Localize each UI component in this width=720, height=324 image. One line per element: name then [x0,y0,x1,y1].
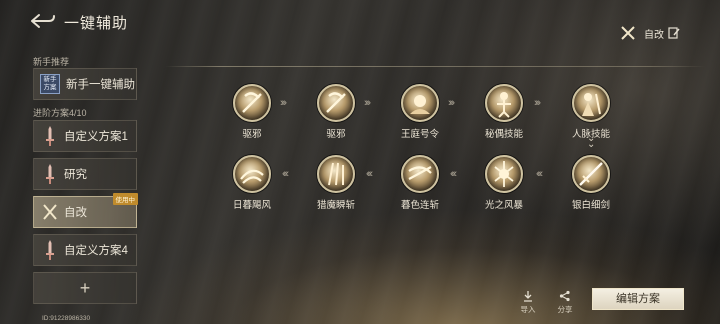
skill-name: 王庭号令 [400,129,439,140]
connector-arrow: ››› [364,97,371,109]
crossed-swords-icon [43,204,57,220]
connector-arrow: ‹‹‹ [536,168,543,180]
edit-plan-button[interactable]: 编辑方案 [592,288,684,310]
skill-name: 猎魔瞬斩 [316,200,355,211]
skill-name: 驱邪 [242,129,262,140]
connector-arrow: ‹‹‹ [282,168,289,180]
skill-node[interactable]: 秘偶技能 [474,84,534,140]
sword-icon [46,164,54,184]
skill-node[interactable]: 王庭号令 [390,84,450,140]
import-button[interactable]: 导入 [516,290,540,315]
back-button[interactable] [30,12,56,30]
in-use-badge: 使用中 [112,193,138,205]
newbie-plan-label: 新手一键辅助 [66,79,135,91]
share-icon [559,290,570,302]
skill-node[interactable]: 猎魔瞬斩 [306,155,366,211]
skill-name: 光之风暴 [484,200,523,211]
current-plan-name: 自改 [644,29,664,41]
skill-name: 银白细剑 [571,200,610,211]
plan-sidebar: 新手推荐 新手方案 新手一键辅助 进阶方案4/10 自定义方案1 研究 自改 使… [30,50,138,324]
plan-label: 自定义方案4 [64,245,128,257]
demon-slash-skill-icon [317,155,355,193]
plan-label: 研究 [64,169,87,181]
silver-rapier-skill-icon [572,155,610,193]
skill-node[interactable]: 驱邪 [306,84,366,140]
exorcise-skill-icon [317,84,355,122]
skill-node[interactable]: 人脉技能 [561,84,621,140]
share-button[interactable]: 分享 [553,290,577,315]
skill-name: 日暮飓风 [232,200,271,211]
connector-down-arrow: ⌄ ⌄ [587,133,596,150]
plan-card-2[interactable]: 研究 [33,158,137,190]
plan-card-1[interactable]: 自定义方案1 [33,120,137,152]
advanced-section-label: 进阶方案4/10 [33,108,87,118]
add-plan-button[interactable]: + [33,272,137,304]
crossed-swords-icon [621,26,635,40]
connector-arrow: ››› [448,97,455,109]
share-label: 分享 [557,305,573,314]
skill-node[interactable]: 日暮飓风 [222,155,282,211]
back-arrow-icon [31,14,55,28]
sword-icon [46,240,54,260]
newbie-plan-card[interactable]: 新手方案 新手一键辅助 [33,68,137,100]
skill-node[interactable]: 驱邪 [222,84,282,140]
twilight-combo-skill-icon [401,155,439,193]
connector-arrow: ‹‹‹ [366,168,373,180]
skill-name: 秘偶技能 [484,129,523,140]
connections-skill-icon [572,84,610,122]
connector-arrow: ››› [534,97,541,109]
skill-name: 驱邪 [326,129,346,140]
current-plan-tag[interactable]: 自改 [620,22,688,44]
download-icon [524,291,532,302]
edit-pencil-icon [668,27,680,39]
import-label: 导入 [520,305,536,314]
plan-card-4[interactable]: 自定义方案4 [33,234,137,266]
skill-name: 暮色连斩 [400,200,439,211]
newbie-badge: 新手方案 [40,74,60,94]
royal-command-skill-icon [401,84,439,122]
plus-icon: + [79,277,91,298]
plan-label: 自定义方案1 [64,131,128,143]
dusk-hurricane-skill-icon [233,155,271,193]
skill-node[interactable]: 暮色连斩 [390,155,450,211]
page-title: 一键辅助 [64,15,129,32]
plan-label: 自改 [64,207,87,219]
connector-arrow: ‹‹‹ [450,168,457,180]
user-id: ID:91228986330 [42,315,91,322]
newbie-section-label: 新手推荐 [33,57,70,67]
plan-card-3[interactable]: 自改 使用中 [33,193,138,228]
skill-node[interactable]: 银白细剑 [561,155,621,211]
divider [165,66,705,67]
connector-arrow: ››› [280,97,287,109]
sword-icon [46,126,54,146]
exorcise-skill-icon [233,84,271,122]
skill-node[interactable]: 光之风暴 [474,155,534,211]
puppet-skill-icon [485,84,523,122]
light-storm-skill-icon [485,155,523,193]
